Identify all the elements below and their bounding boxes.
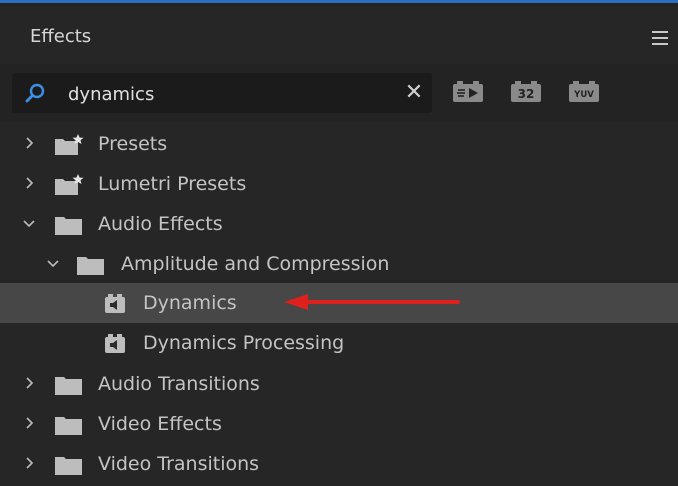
yuv-label: YUV [573, 90, 594, 100]
chevron-right-icon[interactable] [22, 176, 36, 190]
panel-title[interactable]: Effects [30, 26, 91, 47]
chevron-right-icon[interactable] [22, 376, 36, 390]
tree-item-audio-transitions[interactable]: Audio Transitions [0, 364, 678, 404]
tree-item-dynamics-processing[interactable]: Dynamics Processing [0, 323, 678, 363]
folder-icon [55, 377, 82, 395]
tree-item-label: Amplitude and Compression [121, 253, 390, 275]
folder-icon [77, 257, 104, 275]
panel-header: Effects [0, 6, 678, 64]
chevron-down-icon[interactable] [46, 256, 60, 270]
accelerated-effects-icon [453, 81, 483, 102]
tree-item-audio-effects[interactable]: Audio Effects [0, 204, 678, 244]
chevron-right-icon[interactable] [22, 456, 36, 470]
hamburger-menu-icon[interactable] [652, 31, 668, 45]
search-icon [25, 83, 45, 103]
tree-item-amplitude-and-compression[interactable]: Amplitude and Compression [0, 244, 678, 284]
tree-item-presets[interactable]: Presets [0, 124, 678, 164]
search-box[interactable]: ✕ [12, 73, 432, 113]
tree-item-video-transitions[interactable]: Video Transitions [0, 444, 678, 484]
tree-item-label: Presets [98, 133, 168, 155]
yuv-effects-filter[interactable]: YUV [568, 80, 600, 104]
tree-item-label: Audio Transitions [98, 373, 260, 395]
folder-icon [55, 417, 82, 435]
yuv-icon: YUV [569, 81, 599, 102]
search-input[interactable] [68, 82, 398, 106]
chevron-right-icon[interactable] [22, 416, 36, 430]
tree-item-label: Video Effects [98, 413, 222, 435]
tree-item-label: Video Transitions [98, 453, 260, 475]
32-bit-icon: 32 [511, 81, 541, 102]
chevron-down-icon[interactable] [22, 216, 36, 230]
chevron-right-icon[interactable] [22, 136, 36, 150]
folder-icon [55, 457, 82, 475]
audio-effect-icon [105, 294, 125, 313]
search-row: ✕ 32 [0, 64, 678, 122]
tree-item-label: Audio Effects [98, 213, 223, 235]
tree-item-label: Dynamics [143, 292, 237, 314]
audio-effect-icon [105, 334, 125, 353]
accelerated-effects-filter[interactable] [452, 80, 484, 104]
preset-folder-icon [55, 134, 84, 155]
annotation-arrow-icon [284, 294, 460, 310]
close-icon[interactable]: ✕ [404, 82, 424, 104]
tree-item-video-effects[interactable]: Video Effects [0, 404, 678, 444]
tree-item-lumetri-presets[interactable]: Lumetri Presets [0, 164, 678, 204]
folder-icon [55, 217, 82, 235]
tree-item-label: Dynamics Processing [143, 332, 345, 354]
tree-item-label: Lumetri Presets [98, 173, 247, 195]
preset-folder-icon [55, 174, 84, 195]
32-bit-label: 32 [518, 87, 535, 101]
32-bit-color-filter[interactable]: 32 [510, 80, 542, 104]
effects-panel: Effects ✕ [0, 0, 678, 486]
